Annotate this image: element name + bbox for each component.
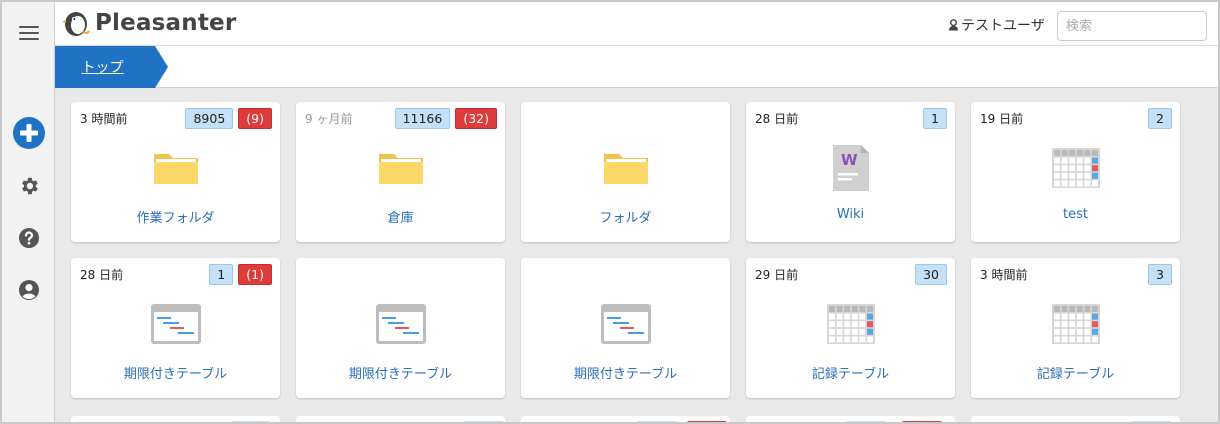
add-button[interactable] — [2, 116, 55, 150]
site-title[interactable]: フォルダ — [521, 207, 730, 226]
account-button[interactable] — [2, 276, 55, 304]
site-title[interactable]: 作業フォルダ — [71, 207, 280, 226]
badge-group: 2 — [1148, 108, 1172, 129]
item-count-badge: 30 — [915, 264, 947, 285]
site-card[interactable]: 期限付きテーブル — [521, 258, 730, 398]
breadcrumb: トップ — [55, 46, 1218, 88]
gantt-icon — [296, 296, 505, 352]
updated-time: 29 日前 — [755, 268, 799, 282]
site-card[interactable]: 19 日前 2 test — [971, 102, 1180, 242]
app-window: Pleasanter テストユーザ トップ 3 時間前 8905(9) 作業フォル… — [0, 0, 1220, 424]
badge-group: 30 — [915, 264, 947, 285]
penguin-logo-icon — [62, 12, 90, 36]
site-title[interactable]: 期限付きテーブル — [71, 363, 280, 382]
item-count-badge: 1 — [209, 264, 234, 285]
site-card[interactable] — [521, 416, 730, 422]
table-icon — [971, 140, 1180, 196]
badge-group: 1 — [923, 108, 947, 129]
hamburger-menu-icon — [18, 26, 39, 40]
updated-time: 19 日前 — [980, 112, 1024, 126]
badge-group: 1 (1) — [209, 264, 272, 285]
user-name: テストユーザ — [961, 18, 1045, 34]
site-card[interactable]: 28 日前 1 W Wiki — [746, 102, 955, 242]
breadcrumb-label: トップ — [81, 60, 124, 76]
folder-icon — [71, 140, 280, 196]
badge-group: 3 — [1148, 264, 1172, 285]
hamburger-menu-button[interactable] — [2, 20, 55, 46]
badge-group: 8905 (9) — [185, 108, 272, 129]
site-card[interactable] — [746, 416, 955, 422]
updated-time: 28 日前 — [755, 112, 799, 126]
gantt-icon — [71, 296, 280, 352]
updated-time: 3 時間前 — [980, 268, 1028, 282]
overdue-count-badge: (9) — [238, 108, 272, 129]
badge-group: 11166 (32) — [394, 108, 497, 129]
settings-button[interactable] — [2, 172, 55, 200]
folder-icon — [521, 140, 730, 196]
site-card[interactable]: 3 時間前 8905 (9) 作業フォルダ — [71, 102, 280, 242]
site-title[interactable]: 記録テーブル — [971, 363, 1180, 382]
header: Pleasanter テストユーザ — [55, 2, 1218, 46]
item-count-badge: 1 — [923, 108, 947, 129]
help-icon — [18, 228, 39, 248]
app-name: Pleasanter — [95, 10, 237, 36]
add-icon — [12, 117, 45, 149]
updated-time: 9 ヶ月前 — [305, 112, 353, 126]
site-card[interactable]: フォルダ — [521, 102, 730, 242]
user-icon — [18, 280, 39, 300]
site-card[interactable]: 3 時間前 3 記録テーブル — [971, 258, 1180, 398]
sidebar — [2, 2, 55, 422]
item-count-badge: 3 — [1148, 264, 1172, 285]
site-card[interactable]: 28 日前 1 (1) 期限付きテーブル — [71, 258, 280, 398]
help-button[interactable] — [2, 224, 55, 252]
updated-time: 3 時間前 — [80, 112, 128, 126]
site-title[interactable]: 倉庫 — [296, 207, 505, 226]
item-count-badge: 11166 — [394, 108, 451, 129]
site-card[interactable]: 期限付きテーブル — [296, 258, 505, 398]
wiki-icon: W — [746, 140, 955, 196]
site-card[interactable]: 9 ヶ月前 11166 (32) 倉庫 — [296, 102, 505, 242]
overdue-count-badge: (32) — [455, 108, 497, 129]
gear-icon — [21, 177, 38, 195]
updated-time: 28 日前 — [80, 268, 124, 282]
site-title[interactable]: Wiki — [746, 207, 955, 222]
user-small-icon — [949, 19, 958, 31]
folder-icon — [296, 140, 505, 196]
overdue-count-badge: (1) — [238, 264, 272, 285]
user-menu[interactable]: テストユーザ — [948, 15, 1045, 35]
search-input[interactable] — [1057, 11, 1207, 41]
item-count-badge: 2 — [1148, 108, 1172, 129]
table-icon — [746, 296, 955, 352]
site-title[interactable]: test — [971, 207, 1180, 222]
site-card[interactable] — [971, 416, 1180, 422]
site-card[interactable]: 29 日前 30 記録テーブル — [746, 258, 955, 398]
site-grid: 3 時間前 8905 (9) 作業フォルダ 9 ヶ月前 11166 (32) 倉庫 フォル… — [55, 88, 1218, 422]
site-title[interactable]: 期限付きテーブル — [521, 363, 730, 382]
site-card[interactable] — [71, 416, 280, 422]
gantt-icon — [521, 296, 730, 352]
table-icon — [971, 296, 1180, 352]
app-logo[interactable]: Pleasanter — [61, 8, 236, 38]
item-count-badge: 8905 — [185, 108, 234, 129]
svg-text:W: W — [841, 151, 858, 169]
breadcrumb-item-top[interactable]: トップ — [55, 46, 168, 88]
site-card[interactable] — [296, 416, 505, 422]
site-title[interactable]: 期限付きテーブル — [296, 363, 505, 382]
site-title[interactable]: 記録テーブル — [746, 363, 955, 382]
